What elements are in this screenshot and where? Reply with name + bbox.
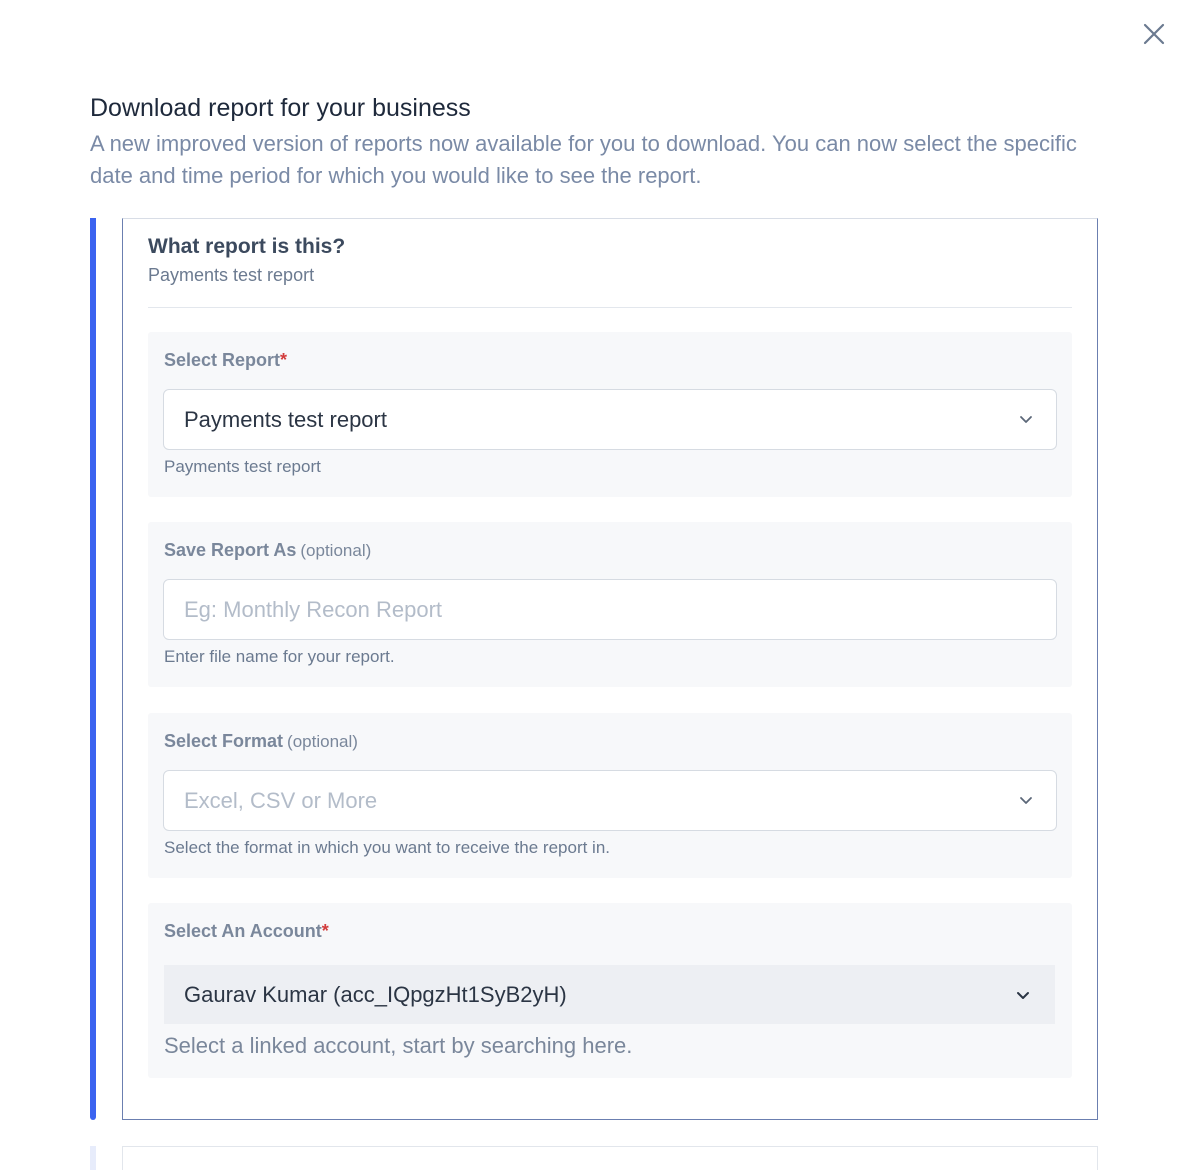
select-format-label: Select Format (optional) [164,731,358,751]
select-account-value: Gaurav Kumar (acc_IQpgzHt1SyB2yH) [184,981,567,1007]
step-accent-bar [90,218,96,1120]
card-title: What report is this? [148,235,346,258]
report-details-card: What report is this? Payments test repor… [122,218,1098,1120]
report-name-placeholder: Eg: Monthly Recon Report [184,596,443,622]
save-report-as-label: Save Report As (optional) [164,540,372,560]
report-name-input[interactable]: Eg: Monthly Recon Report [163,579,1057,640]
save-report-as-section: Save Report As (optional) Eg: Monthly Rec… [148,522,1072,687]
select-format-helper: Select the format in which you want to r… [164,838,611,857]
select-report-helper: Payments test report [164,457,321,476]
next-step-card [122,1146,1098,1170]
select-account-helper: Select a linked account, start by search… [164,1033,633,1058]
required-mark: * [321,921,329,941]
chevron-down-icon [1020,416,1032,423]
select-account-dropdown[interactable]: Gaurav Kumar (acc_IQpgzHt1SyB2yH) [164,965,1055,1024]
select-format-dropdown[interactable]: Excel, CSV or More [163,770,1057,831]
card-subtitle: Payments test report [148,265,315,285]
select-report-section: Select Report* Payments test report Paym… [148,332,1072,497]
chevron-down-icon [1017,992,1029,999]
download-report-dialog: Download report for your business A new … [0,0,1190,1170]
select-account-label: Select An Account* [164,921,329,941]
dialog-subtitle: A new improved version of reports now av… [90,131,1077,188]
select-report-value: Payments test report [184,406,387,432]
dialog-header: Download report for your business A new … [90,92,1100,192]
select-account-section: Select An Account* Gaurav Kumar (acc_IQp… [148,903,1072,1078]
close-button[interactable] [1140,20,1168,48]
divider [148,307,1072,308]
select-report-label: Select Report* [164,350,288,370]
required-mark: * [280,350,288,370]
dialog-title: Download report for your business [90,94,471,122]
report-name-helper: Enter file name for your report. [164,647,395,666]
card-header: What report is this? Payments test repor… [148,233,1072,286]
next-step-accent-bar [90,1146,96,1170]
optional-tag: (optional) [300,541,372,560]
select-report-dropdown[interactable]: Payments test report [163,389,1057,450]
optional-tag: (optional) [287,732,358,751]
close-icon [1143,23,1165,45]
select-format-placeholder: Excel, CSV or More [184,787,378,813]
chevron-down-icon [1020,797,1032,804]
select-format-section: Select Format (optional) Excel, CSV or Mo… [148,713,1072,878]
